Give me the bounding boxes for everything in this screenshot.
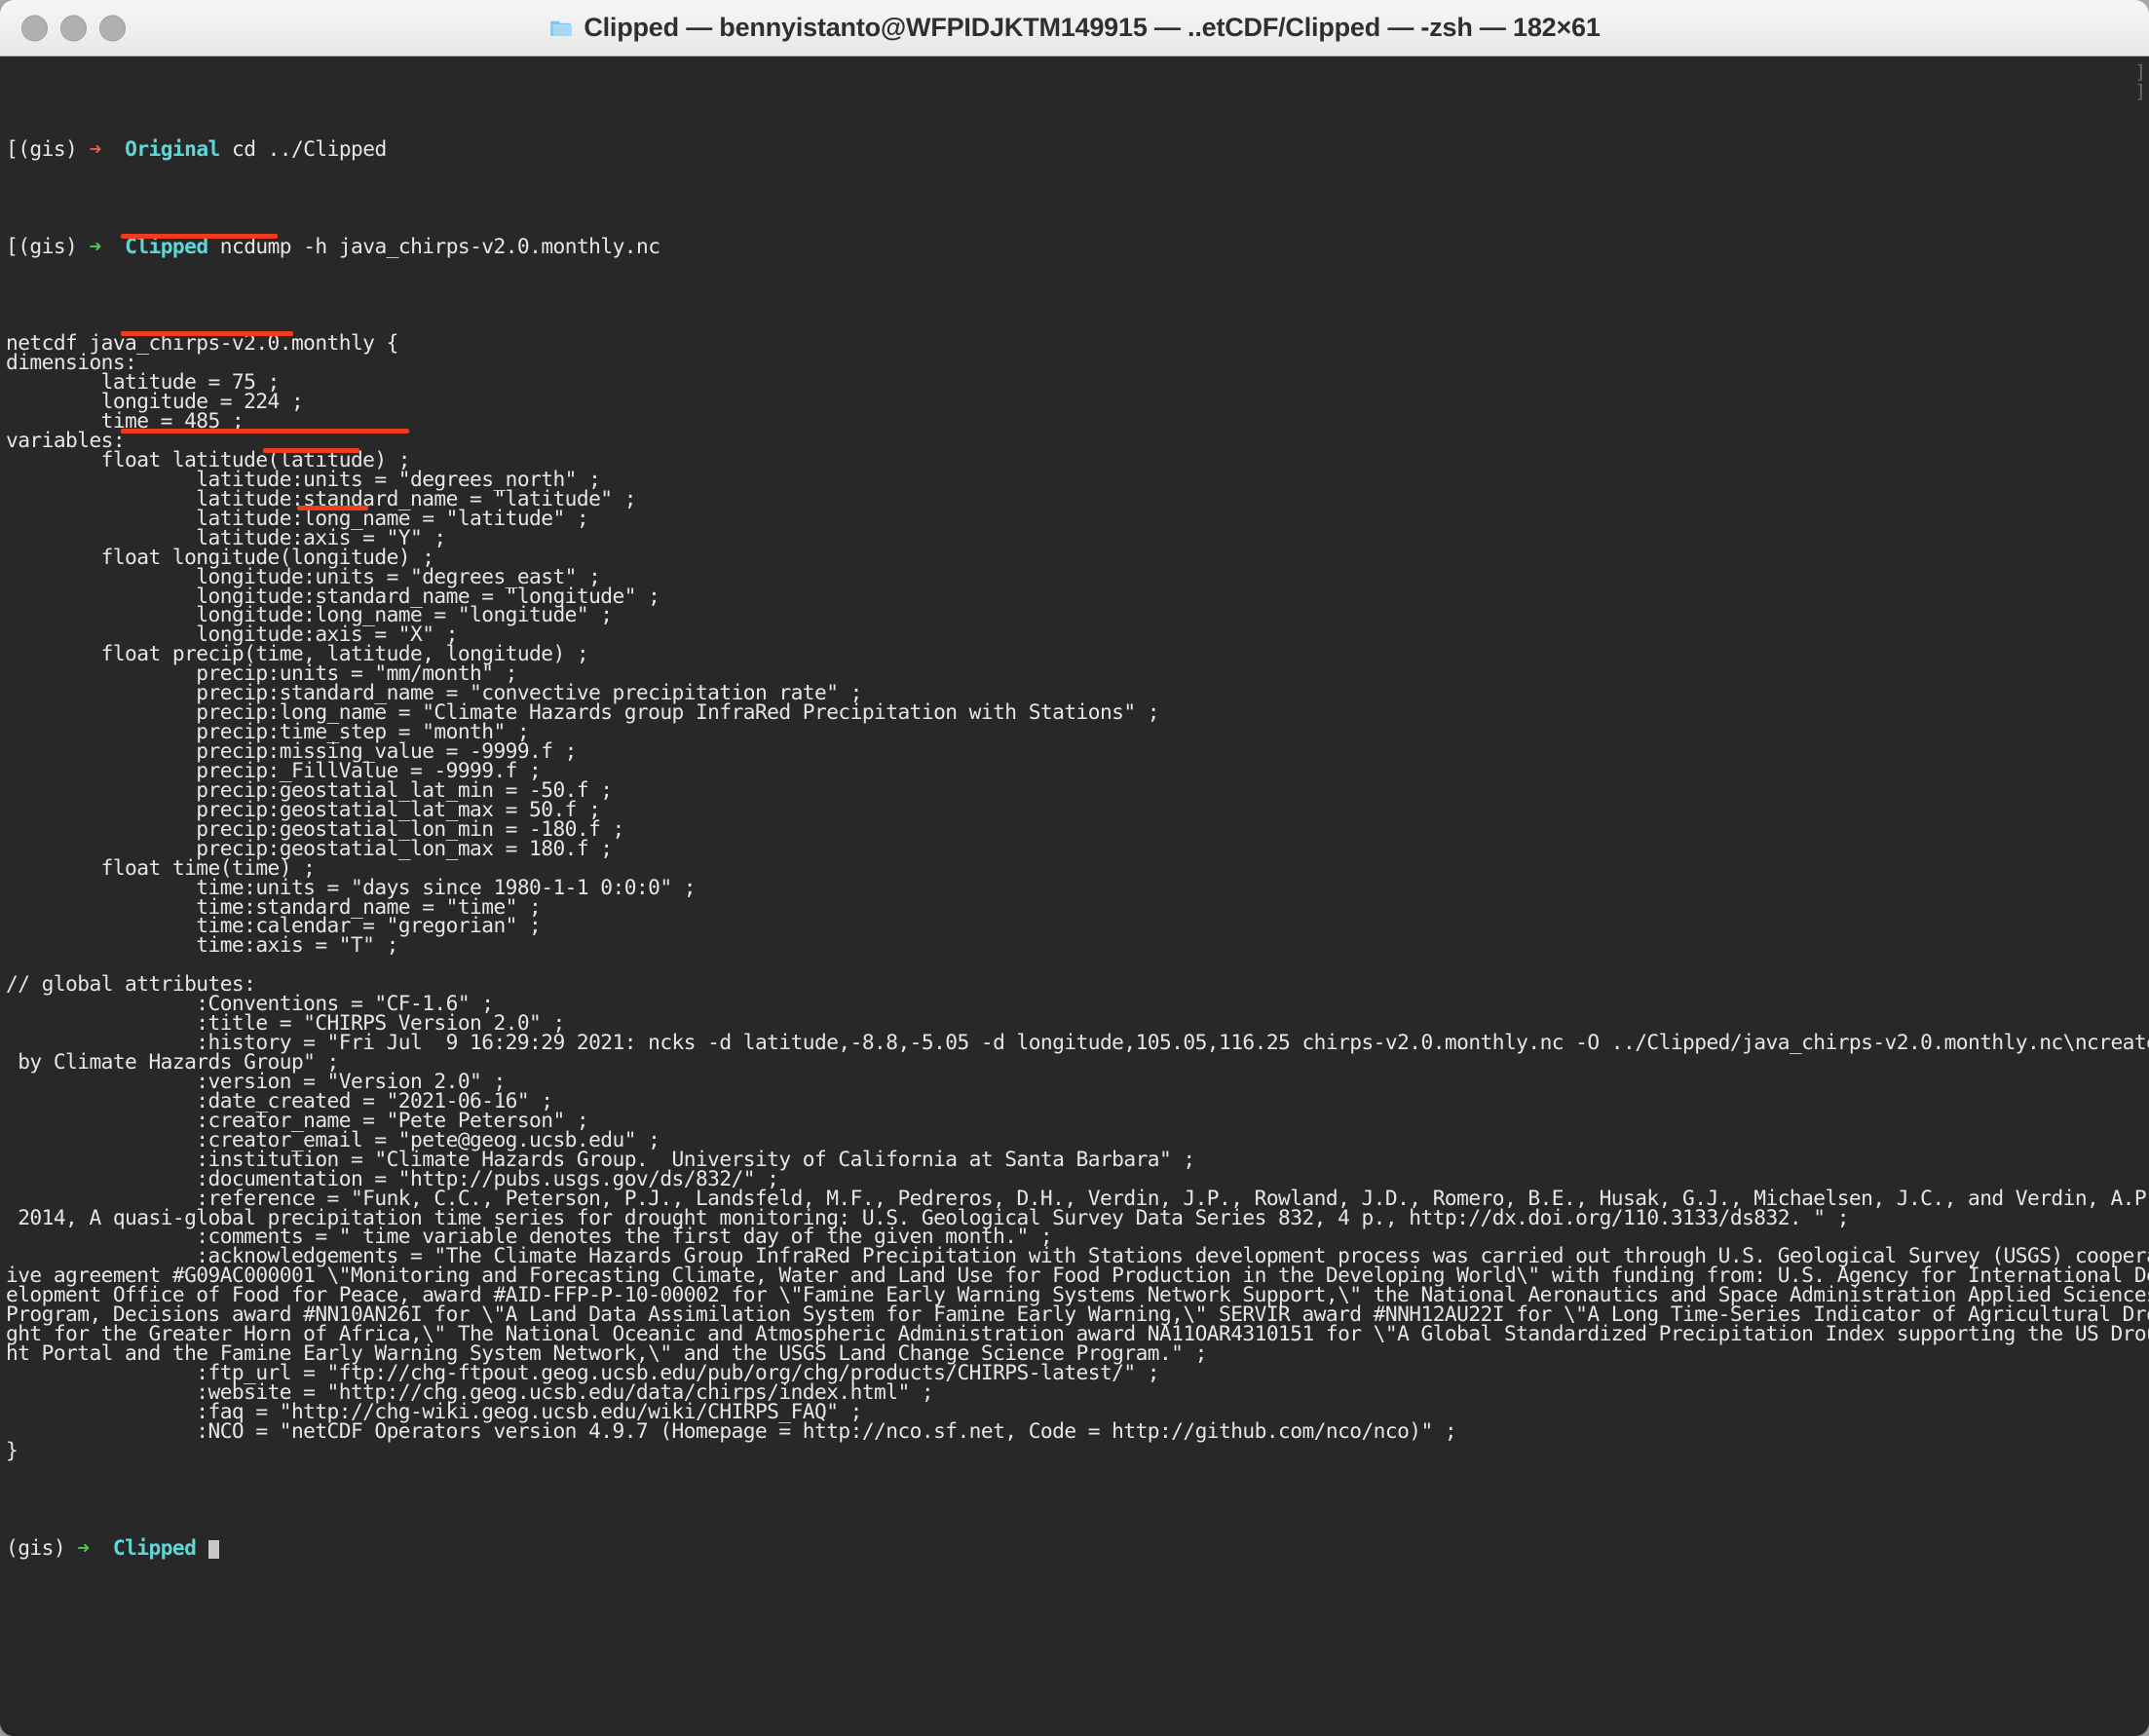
- terminal-text-area: [(gis) ➜ Original cd ../Clipped [(gis) ➜…: [0, 61, 2149, 1674]
- window-title-text: Clipped — bennyistanto@WFPIDJKTM149915 —…: [584, 13, 1601, 42]
- highlight-underline: [297, 506, 368, 511]
- final-prompt-dir: Clipped: [112, 1534, 197, 1560]
- ncdump-output: netcdf java_chirps-v2.0.monthly {dimensi…: [6, 330, 2149, 1462]
- window-title-group: Clipped — bennyistanto@WFPIDJKTM149915 —…: [548, 13, 1601, 43]
- folder-icon: [548, 16, 573, 40]
- window-titlebar[interactable]: Clipped — bennyistanto@WFPIDJKTM149915 —…: [0, 0, 2149, 57]
- prompt-bracket-2: [: [6, 233, 19, 258]
- text-cursor: [207, 1539, 219, 1559]
- prompt-arrow-1: ➜: [89, 135, 101, 161]
- terminal-body[interactable]: [(gis) ➜ Original cd ../Clipped [(gis) ➜…: [0, 57, 2149, 1736]
- terminal-window: Clipped — bennyistanto@WFPIDJKTM149915 —…: [0, 0, 2149, 1736]
- prompt-dir-1: Original: [125, 135, 220, 161]
- highlight-underline: [121, 428, 409, 434]
- prompt-arrow-2: ➜: [89, 233, 101, 258]
- output-line: }: [6, 1437, 19, 1462]
- prompt-env-1: (gis): [18, 135, 78, 161]
- close-button[interactable]: [21, 15, 48, 41]
- minimize-button[interactable]: [60, 15, 87, 41]
- highlight-underline: [263, 447, 359, 453]
- window-controls: [21, 15, 126, 41]
- output-line: netcdf java_chirps-v2.0.monthly {: [6, 330, 398, 356]
- output-line: precip:geostatial_lon_max = 180.f ;: [6, 835, 613, 860]
- edge-mark-2: ]: [2134, 81, 2146, 102]
- output-line: longitude = 224 ;: [6, 389, 304, 414]
- highlight-underline: [121, 330, 293, 336]
- prompt-env-2: (gis): [18, 233, 78, 258]
- command-line-2: [(gis) ➜ Clipped ncdump -h java_chirps-v…: [6, 233, 2145, 258]
- command-text-2: ncdump -h java_chirps-v2.0.monthly.nc: [219, 233, 660, 258]
- edge-mark-1: ]: [2134, 61, 2146, 83]
- output-line: latitude = 75 ;: [6, 369, 281, 395]
- command-text-1: cd ../Clipped: [231, 135, 387, 161]
- prompt-bracket: [: [6, 135, 19, 161]
- highlight-underline: [121, 234, 278, 240]
- output-line: :NCO = "netCDF Operators version 4.9.7 (…: [6, 1417, 1457, 1443]
- command-line-1: [(gis) ➜ Original cd ../Clipped: [6, 135, 2145, 161]
- output-line: time:axis = "T" ;: [6, 932, 398, 958]
- final-prompt-line: (gis) ➜ Clipped: [6, 1534, 2145, 1560]
- final-prompt-arrow: ➜: [77, 1534, 90, 1560]
- zoom-button[interactable]: [99, 15, 126, 41]
- final-prompt-env: (gis): [6, 1534, 66, 1560]
- output-line: dimensions:: [6, 350, 137, 375]
